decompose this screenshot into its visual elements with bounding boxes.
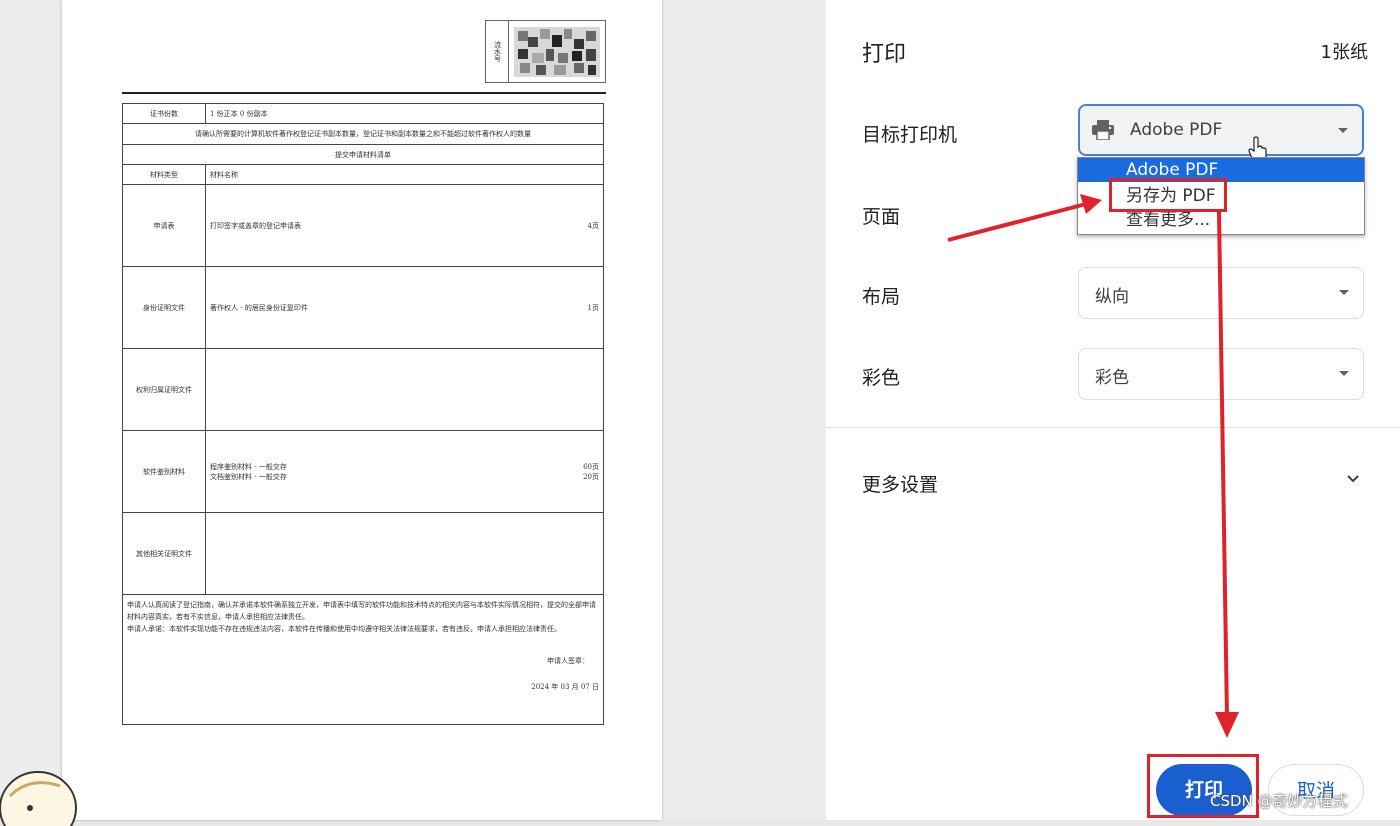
pages-label: 页面 <box>862 206 901 228</box>
material-pages: 60页 <box>583 462 599 471</box>
highlight-save-as-pdf <box>1109 178 1227 212</box>
material-name-text: 打印签字或盖章的登记申请表 <box>210 221 301 230</box>
destination-label: 目标打印机 <box>862 124 958 146</box>
layout-value: 纵向 <box>1095 287 1129 307</box>
material-name: 著作权人 - 的居民身份证复印件 1页 <box>205 266 604 349</box>
col-header-name: 材料名称 <box>205 164 604 185</box>
preview-page: 流水号 证书份数 1 份正本 0 份副本 请确认所需要的计算机软件著作权登记证书… <box>62 0 662 820</box>
material-pages: 4页 <box>587 221 599 230</box>
date-line: 2024 年 03 月 07 日 <box>531 683 599 691</box>
more-settings-toggle[interactable]: 更多设置 <box>862 470 938 497</box>
expand-chevron-icon[interactable] <box>1346 472 1360 486</box>
material-pages: 20页 <box>583 472 599 481</box>
color-label: 彩色 <box>862 367 901 389</box>
destination-value: Adobe PDF <box>1130 120 1223 140</box>
material-name: 打印签字或盖章的登记申请表 4页 <box>205 184 604 267</box>
copies-notice: 请确认所需要的计算机软件著作权登记证书副本数量，登记证书和副本数量之和不能超过软… <box>122 123 604 145</box>
signature-line: 申请人签章： <box>547 657 589 665</box>
declaration: 申请人认真阅读了登记指南，确认并承诺本软件确系独立开发，申请表中填写的软件功能和… <box>122 594 604 725</box>
watermark-text: CSDN @奇妙方程式 <box>1210 792 1348 810</box>
copies-label: 证书份数 <box>122 103 206 124</box>
material-type: 软件鉴别材料 <box>122 430 206 513</box>
material-type: 申请表 <box>122 184 206 267</box>
material-name-text: 著作权人 - 的居民身份证复印件 <box>210 303 308 312</box>
chevron-down-icon <box>1338 128 1348 133</box>
cartoon-avatar-icon <box>0 771 77 826</box>
declaration-text-2: 申请人承诺：本软件实现功能不存在违规违法内容，本软件在传播和使用中均遵守相关法律… <box>127 625 561 633</box>
chevron-down-icon <box>1339 371 1349 376</box>
layout-select[interactable]: 纵向 <box>1078 267 1364 319</box>
serial-number-box: 流水号 <box>485 20 606 83</box>
material-name: 程序鉴别材料 - 一般交存 60页 文档鉴别材料 - 一般交存 20页 <box>205 430 604 513</box>
copies-value: 1 份正本 0 份副本 <box>205 103 604 124</box>
declaration-text-1: 申请人认真阅读了登记指南，确认并承诺本软件确系独立开发，申请表中填写的软件功能和… <box>127 601 596 621</box>
pixelated-code-image <box>514 27 600 77</box>
material-type: 其他相关证明文件 <box>122 512 206 595</box>
material-pages: 1页 <box>587 303 599 312</box>
materials-list-title: 提交申请材料清单 <box>122 144 604 165</box>
material-name-text: 程序鉴别材料 - 一般交存 <box>210 462 287 471</box>
material-name-text: 文档鉴别材料 - 一般交存 <box>210 472 287 481</box>
sheet-count: 1张纸 <box>1320 42 1368 63</box>
material-type: 权利归属证明文件 <box>122 348 206 431</box>
material-name <box>205 348 604 431</box>
color-value: 彩色 <box>1095 368 1129 388</box>
chevron-down-icon <box>1339 290 1349 295</box>
printer-icon <box>1092 120 1114 140</box>
col-header-type: 材料类型 <box>122 164 206 185</box>
material-type: 身份证明文件 <box>122 266 206 349</box>
color-select[interactable]: 彩色 <box>1078 348 1364 400</box>
print-settings-panel: 打印 1张纸 目标打印机 Adobe PDF Adobe PDF 另存为 PDF… <box>826 0 1400 820</box>
serial-label: 流水号 <box>486 21 509 82</box>
destination-select[interactable]: Adobe PDF <box>1078 104 1364 162</box>
material-name <box>205 512 604 595</box>
application-form-table: 证书份数 1 份正本 0 份副本 请确认所需要的计算机软件著作权登记证书副本数量… <box>122 103 604 725</box>
print-preview-area: 流水号 证书份数 1 份正本 0 份副本 请确认所需要的计算机软件著作权登记证书… <box>0 0 826 826</box>
header-rule <box>122 92 606 94</box>
section-divider <box>826 427 1400 428</box>
layout-label: 布局 <box>862 286 901 308</box>
dialog-title: 打印 <box>862 42 907 67</box>
